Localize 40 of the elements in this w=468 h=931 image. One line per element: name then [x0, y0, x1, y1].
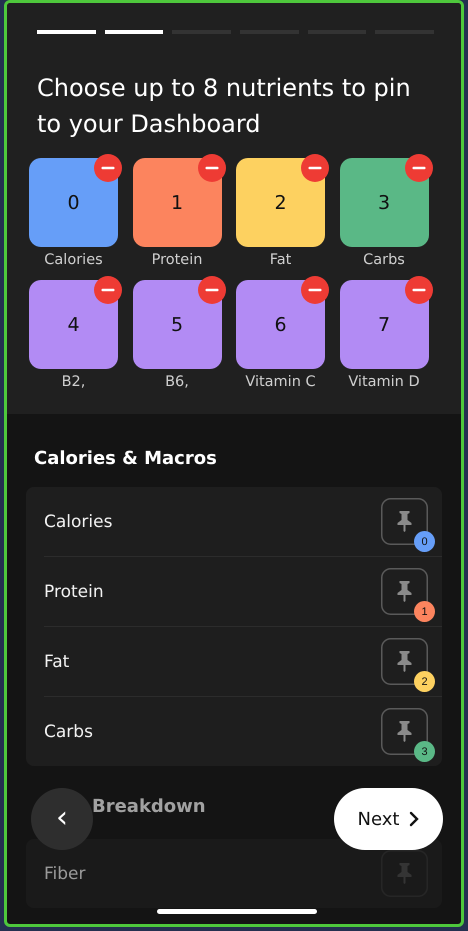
remove-icon[interactable]: [301, 154, 329, 182]
pin-order-badge: 2: [414, 671, 435, 692]
pin-button[interactable]: 2: [381, 638, 435, 692]
remove-icon[interactable]: [404, 276, 432, 304]
pin-icon: [381, 638, 428, 685]
pin-order-badge: 3: [414, 741, 435, 762]
tile-label: B2,: [62, 374, 86, 390]
pin-icon: [381, 708, 428, 755]
nutrient-name: Carbs: [44, 722, 93, 742]
remove-icon[interactable]: [301, 276, 329, 304]
section-heading: Breakdown: [92, 796, 207, 817]
section-heading: Calories & Macros: [34, 448, 218, 469]
remove-icon[interactable]: [94, 276, 122, 304]
tile-label: Carbs: [363, 252, 405, 268]
pin-button[interactable]: 0: [381, 498, 435, 552]
back-button[interactable]: ‹: [31, 788, 93, 850]
nutrient-name: Fat: [44, 652, 70, 672]
pin-order-badge: 1: [414, 601, 435, 622]
nutrient-name: Fiber: [44, 864, 86, 884]
page-title: Choose up to 8 nutrients to pin to your Dashboard: [37, 73, 412, 140]
pin-icon: [381, 850, 428, 897]
tile-label: Vitamin C: [245, 374, 316, 390]
nutrient-name: Protein: [44, 582, 104, 602]
tile-label: Vitamin D: [348, 374, 420, 390]
tile-label: Protein: [152, 252, 202, 268]
remove-icon[interactable]: [404, 154, 432, 182]
next-button[interactable]: Next: [334, 788, 443, 850]
nutrient-name: Calories: [44, 512, 112, 532]
pin-order-badge: 0: [414, 531, 435, 552]
remove-icon[interactable]: [198, 276, 226, 304]
tile-label: B6,: [165, 374, 189, 390]
pin-button[interactable]: 1: [381, 568, 435, 622]
remove-icon[interactable]: [198, 154, 226, 182]
pin-icon: [381, 568, 428, 615]
remove-icon[interactable]: [94, 154, 122, 182]
chevron-right-icon: [409, 811, 420, 827]
pin-icon: [381, 498, 428, 545]
tile-label: Calories: [44, 252, 103, 268]
tile-label: Fat: [270, 252, 292, 268]
pin-button[interactable]: 3: [381, 708, 435, 762]
